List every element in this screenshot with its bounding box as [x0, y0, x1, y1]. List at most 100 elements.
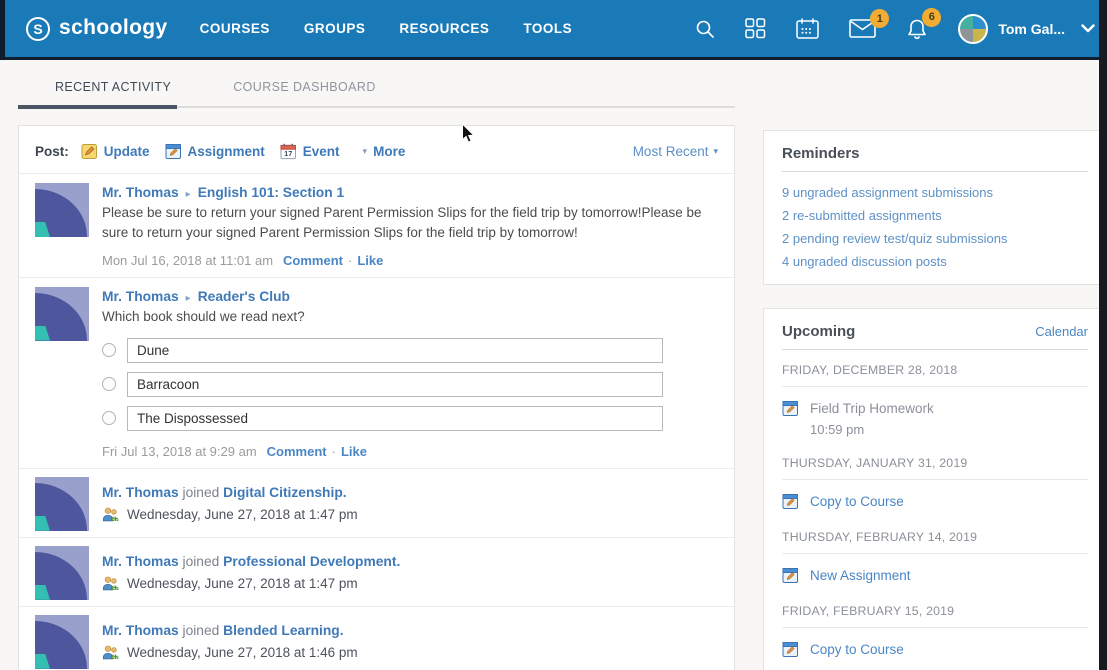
- upcoming-title: Upcoming: [782, 323, 855, 340]
- joined-people-icon: [102, 575, 119, 592]
- nav-tools[interactable]: TOOLS: [523, 21, 572, 36]
- reminder-link[interactable]: 2 pending review test/quiz submissions: [782, 227, 1088, 250]
- caret-down-icon: ▾: [713, 146, 718, 157]
- primary-nav: COURSES GROUPS RESOURCES TOOLS: [200, 21, 573, 36]
- joined-people-icon: [102, 506, 119, 523]
- upcoming-item-link[interactable]: Copy to Course: [810, 494, 904, 509]
- poll-option-box[interactable]: Dune: [127, 338, 663, 363]
- reminders-title: Reminders: [782, 145, 860, 162]
- post-label: Post:: [35, 144, 69, 159]
- poll-option: Dune: [102, 338, 718, 363]
- upcoming-group: THURSDAY, JANUARY 31, 2019 Copy to Course: [782, 443, 1088, 511]
- navbar-actions: 1 6 Tom Gal...: [695, 14, 1095, 44]
- upcoming-item-link[interactable]: New Assignment: [810, 568, 911, 583]
- active-tab-indicator: [18, 105, 177, 109]
- upcoming-item-label: Field Trip Homework: [810, 401, 934, 416]
- user-menu[interactable]: Tom Gal...: [958, 14, 1095, 44]
- search-icon[interactable]: [695, 19, 715, 39]
- timestamp: Wednesday, June 27, 2018 at 1:47 pm: [127, 507, 358, 522]
- tab-recent-activity[interactable]: RECENT ACTIVITY: [55, 80, 171, 94]
- nav-courses[interactable]: COURSES: [200, 21, 270, 36]
- recent-activity-feed: Post: Update Assignment 17 Event ▾ More …: [18, 125, 735, 670]
- tabs: RECENT ACTIVITY COURSE DASHBOARD: [18, 80, 735, 109]
- tab-course-dashboard[interactable]: COURSE DASHBOARD: [233, 80, 376, 94]
- assignment-icon: [165, 143, 182, 160]
- calendar-link[interactable]: Calendar: [1035, 324, 1088, 339]
- update-icon: [81, 143, 98, 160]
- svg-text:17: 17: [284, 149, 292, 158]
- schoology-logo[interactable]: S schoology: [26, 16, 168, 42]
- upcoming-date-heading: THURSDAY, FEBRUARY 14, 2019: [782, 517, 1088, 554]
- app-grid-icon[interactable]: [745, 18, 766, 39]
- post-event-button[interactable]: 17 Event: [280, 143, 340, 160]
- group-link[interactable]: Blended Learning.: [223, 623, 343, 638]
- assignment-icon: [782, 400, 799, 417]
- upcoming-item-link[interactable]: Copy to Course: [810, 642, 904, 657]
- author-link[interactable]: Mr. Thomas: [102, 554, 179, 569]
- avatar: [35, 287, 89, 341]
- comment-link[interactable]: Comment: [283, 253, 343, 268]
- radio-button[interactable]: [102, 411, 116, 425]
- post-composer: Post: Update Assignment 17 Event ▾ More …: [19, 126, 734, 174]
- arrow-separator-icon: ▸: [186, 293, 191, 304]
- comment-link[interactable]: Comment: [267, 444, 327, 459]
- joined-people-icon: [102, 644, 119, 661]
- upcoming-date-heading: FRIDAY, FEBRUARY 15, 2019: [782, 591, 1088, 628]
- group-link[interactable]: Professional Development.: [223, 554, 400, 569]
- poll-option-label: The Dispossessed: [137, 411, 248, 426]
- poll-options: Dune Barracoon The Dispossessed: [102, 338, 718, 431]
- avatar: [35, 615, 89, 669]
- feed-list: Mr. Thomas ▸ English 101: Section 1 Please …: [19, 174, 734, 670]
- reminder-link[interactable]: 4 ungraded discussion posts: [782, 250, 1088, 273]
- reminder-link[interactable]: 9 ungraded assignment submissions: [782, 181, 1088, 204]
- upcoming-group: FRIDAY, FEBRUARY 15, 2019 Copy to Course: [782, 591, 1088, 659]
- notifications-icon[interactable]: 6: [906, 18, 928, 40]
- feed-item: Mr. Thomas joined Digital Citizenship.We…: [19, 469, 734, 538]
- reminder-link[interactable]: 2 re-submitted assignments: [782, 204, 1088, 227]
- messages-badge: 1: [870, 9, 889, 28]
- author-link[interactable]: Mr. Thomas: [102, 289, 179, 304]
- poll-option-label: Dune: [137, 343, 169, 358]
- poll-option-box[interactable]: Barracoon: [127, 372, 663, 397]
- notifications-badge: 6: [922, 8, 941, 27]
- like-link[interactable]: Like: [357, 253, 383, 268]
- author-link[interactable]: Mr. Thomas: [102, 185, 179, 200]
- author-link[interactable]: Mr. Thomas: [102, 485, 179, 500]
- upcoming-item: Copy to Course: [782, 493, 1088, 511]
- author-link[interactable]: Mr. Thomas: [102, 623, 179, 638]
- meta-separator: ·: [348, 253, 352, 268]
- upcoming-date-heading: FRIDAY, DECEMBER 28, 2018: [782, 350, 1088, 387]
- radio-button[interactable]: [102, 343, 116, 357]
- feed-item: Mr. Thomas▸English 101: Section 1Please …: [19, 174, 734, 278]
- upcoming-group: FRIDAY, DECEMBER 28, 2018 Field Trip Home…: [782, 350, 1088, 437]
- window-edge: [1099, 0, 1107, 670]
- user-avatar: [958, 14, 988, 44]
- messages-icon[interactable]: 1: [849, 19, 876, 38]
- post-update-button[interactable]: Update: [81, 143, 150, 160]
- reminders-panel: Reminders 9 ungraded assignment submissi…: [763, 130, 1107, 285]
- sort-dropdown[interactable]: Most Recent ▾: [633, 144, 718, 159]
- radio-button[interactable]: [102, 377, 116, 391]
- event-icon: 17: [280, 143, 297, 160]
- course-link[interactable]: English 101: Section 1: [198, 185, 344, 200]
- assignment-icon: [782, 493, 799, 510]
- post-body: Please be sure to return your signed Par…: [102, 203, 718, 244]
- caret-down-icon: ▾: [363, 146, 368, 157]
- group-link[interactable]: Digital Citizenship.: [223, 485, 346, 500]
- joined-verb: joined: [179, 623, 224, 638]
- upcoming-item: Field Trip Homework10:59 pm: [782, 400, 1088, 437]
- calendar-icon[interactable]: [796, 18, 819, 39]
- nav-resources[interactable]: RESOURCES: [399, 21, 489, 36]
- post-update-label: Update: [104, 144, 150, 159]
- upcoming-date-heading: THURSDAY, JANUARY 31, 2019: [782, 443, 1088, 480]
- poll-option-box[interactable]: The Dispossessed: [127, 406, 663, 431]
- like-link[interactable]: Like: [341, 444, 367, 459]
- nav-groups[interactable]: GROUPS: [304, 21, 366, 36]
- timestamp: Wednesday, June 27, 2018 at 1:46 pm: [127, 645, 358, 660]
- course-link[interactable]: Reader's Club: [198, 289, 290, 304]
- upcoming-group: FRIDAY, NOVEMBER 8, 2019: [782, 665, 1088, 670]
- brand-text: schoology: [59, 16, 168, 42]
- post-more-button[interactable]: ▾ More: [355, 144, 406, 159]
- avatar: [35, 477, 89, 531]
- post-assignment-button[interactable]: Assignment: [165, 143, 265, 160]
